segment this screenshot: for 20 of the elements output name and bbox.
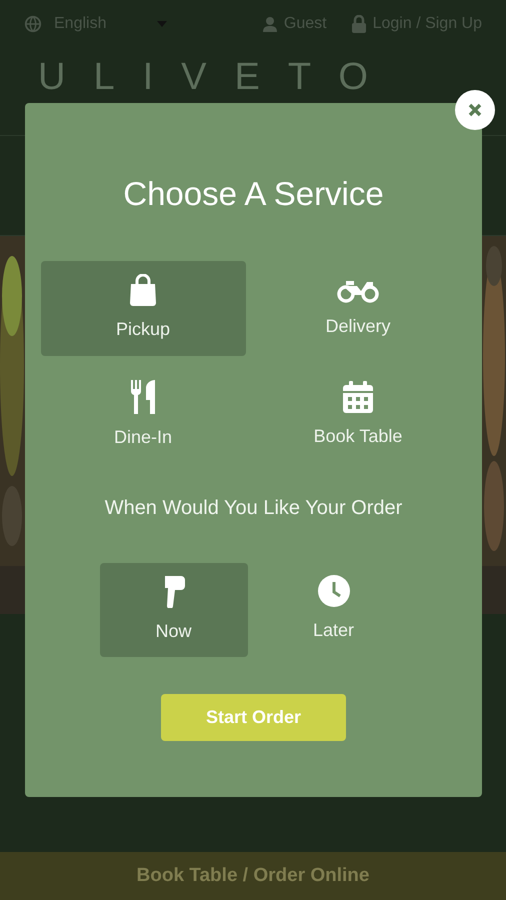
user-icon	[262, 16, 278, 32]
globe-icon	[24, 15, 42, 33]
close-icon	[468, 103, 482, 117]
bottom-bar[interactable]: Book Table / Order Online	[0, 852, 506, 900]
service-option[interactable]: Delivery	[256, 260, 460, 356]
time-option[interactable]: Later	[260, 562, 408, 656]
start-order-button[interactable]: Start Order	[161, 694, 346, 740]
calendar-icon	[343, 380, 373, 412]
logo: ULIVETO	[38, 58, 396, 96]
service-option[interactable]: Dine-In	[40, 368, 246, 462]
time-option[interactable]: Now	[100, 562, 248, 656]
service-option[interactable]: Book Table	[256, 368, 460, 462]
modal-title: Choose A Service	[123, 174, 384, 214]
close-button[interactable]	[455, 90, 495, 130]
clock-icon	[318, 575, 350, 607]
fork-knife-icon	[129, 380, 157, 414]
bag-icon	[128, 274, 158, 306]
question-text: When Would You Like Your Order	[104, 496, 402, 520]
lock-icon	[350, 15, 367, 33]
service-option[interactable]: Pickup	[40, 260, 246, 356]
